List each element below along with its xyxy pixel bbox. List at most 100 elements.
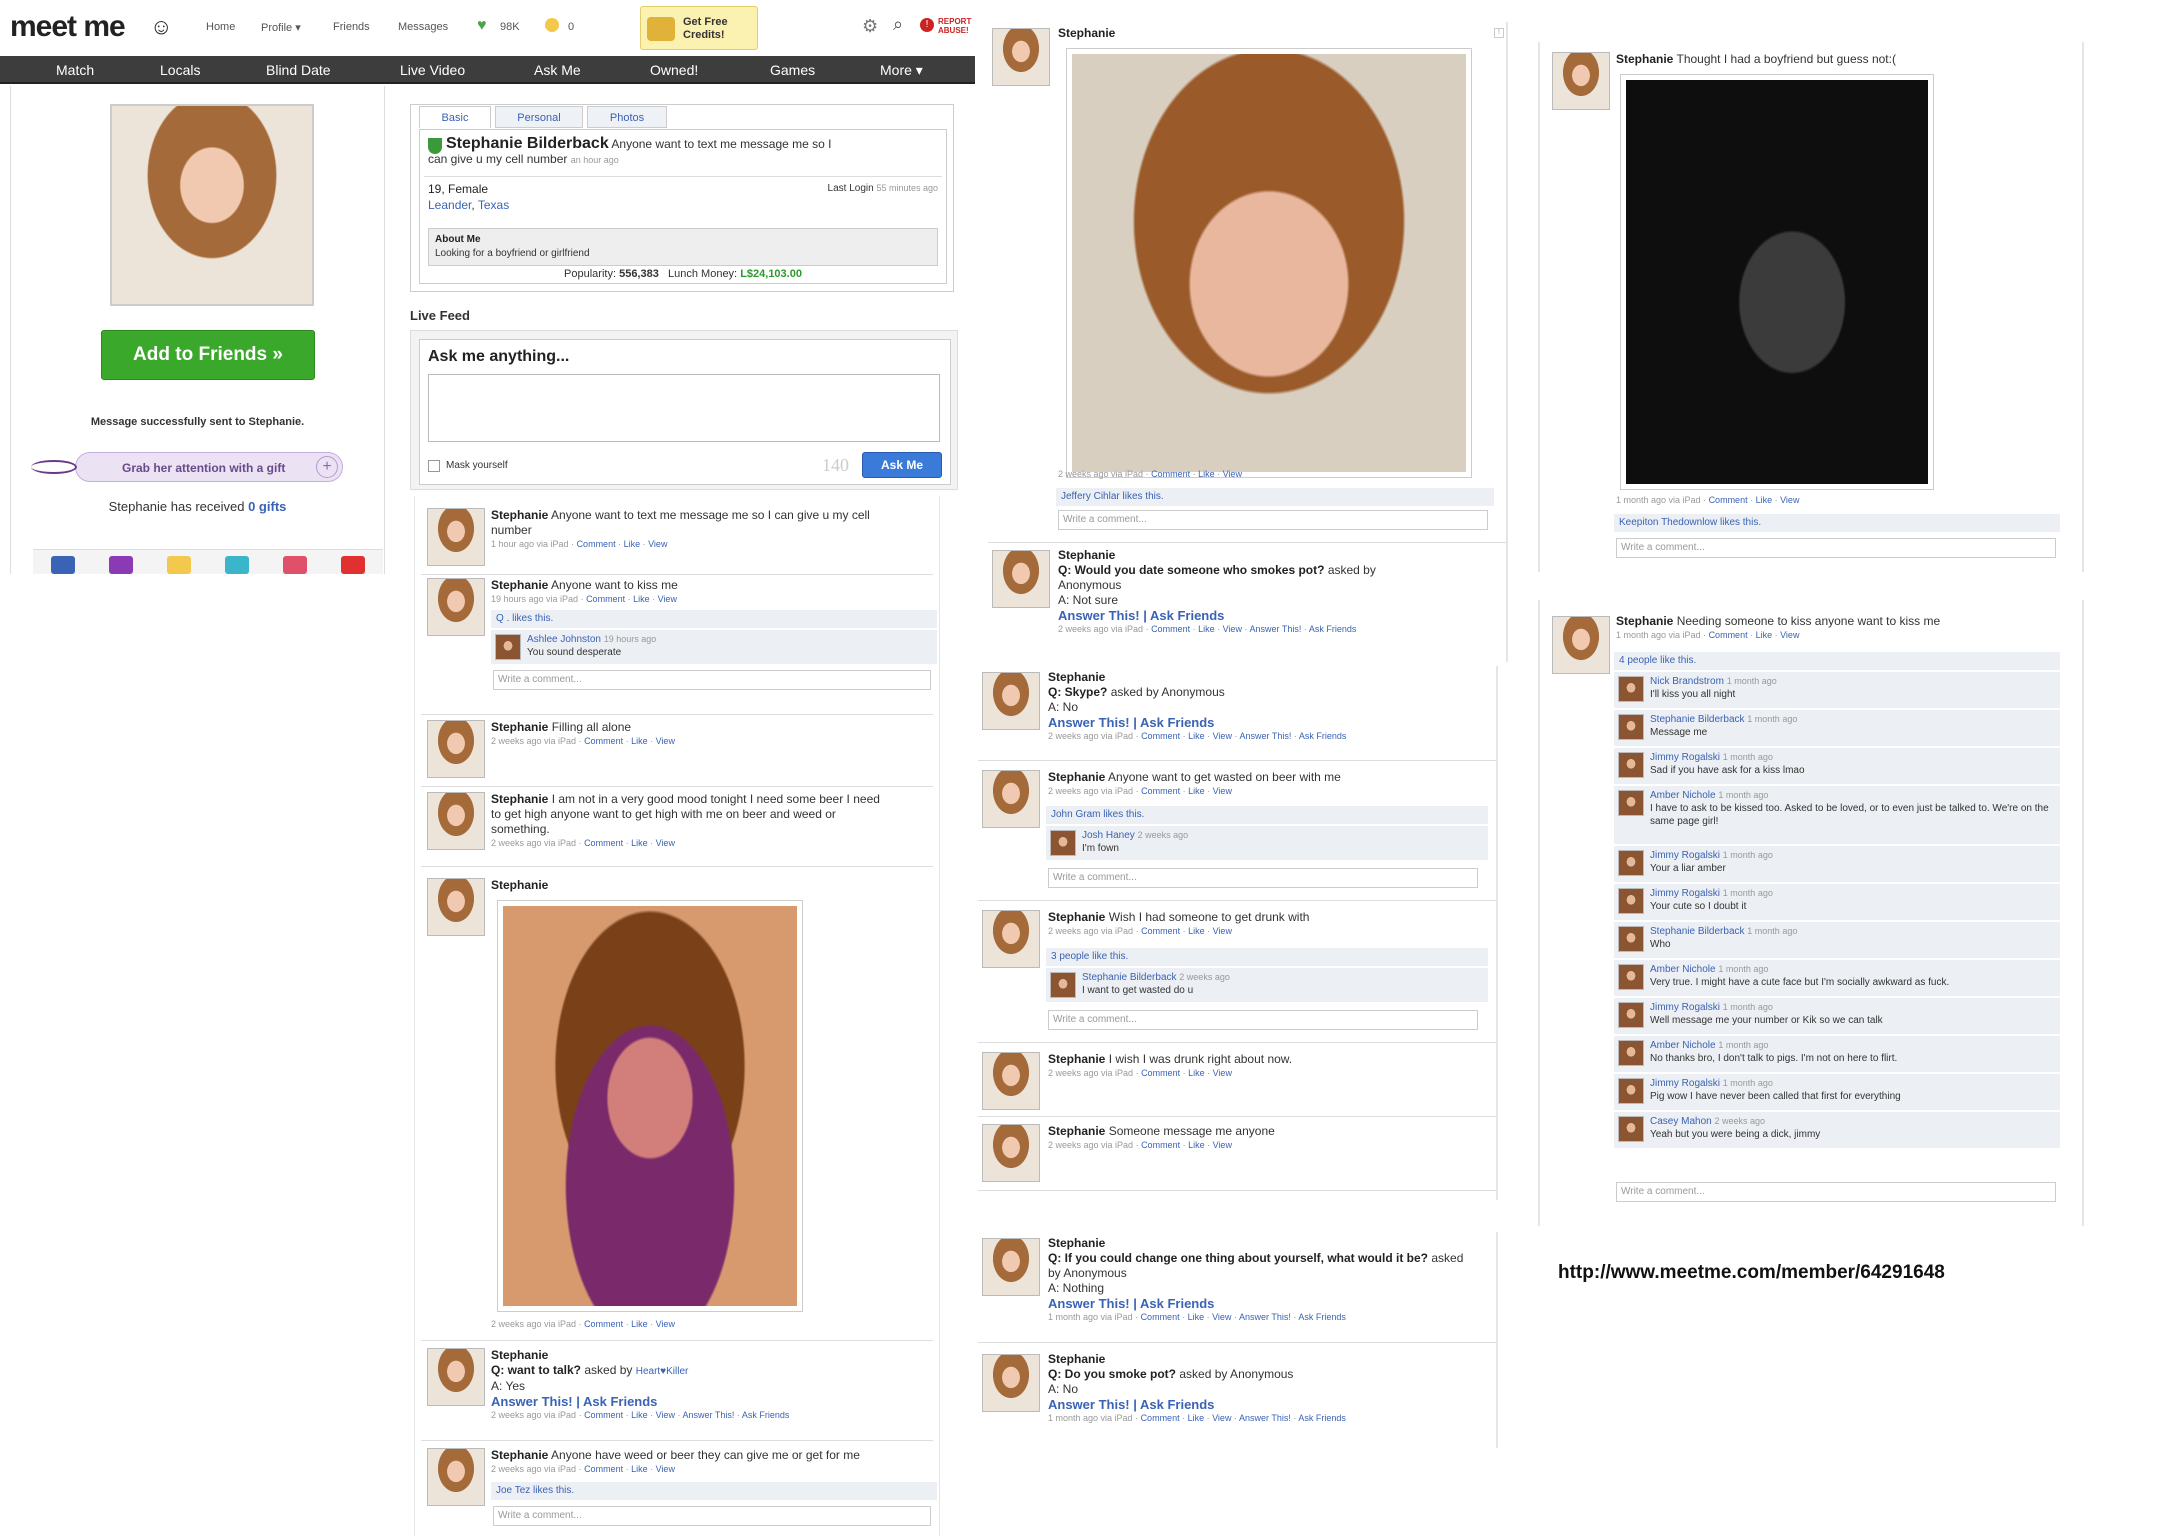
likes-text[interactable]: Jeffery Cihlar likes this. [1061, 491, 1164, 502]
post-photo[interactable] [1066, 48, 1472, 478]
comment-link[interactable]: Comment [1151, 469, 1190, 479]
report-icon[interactable]: ! [920, 18, 934, 32]
coins-count[interactable]: 0 [568, 21, 574, 33]
answer-this-links[interactable]: Answer This! | Ask Friends [1048, 1397, 1468, 1412]
ask-friends-link[interactable]: Ask Friends [742, 1410, 790, 1420]
star-icon[interactable] [167, 556, 191, 574]
view-link[interactable]: View [1780, 630, 1799, 640]
gear-icon[interactable]: ⚙ [862, 16, 878, 37]
answer-this-link[interactable]: Answer This! [1239, 1312, 1291, 1322]
view-link[interactable]: View [656, 1464, 675, 1474]
add-to-friends-button[interactable]: Add to Friends » [101, 330, 315, 380]
view-link[interactable]: View [1213, 1140, 1232, 1150]
post-avatar[interactable] [982, 1052, 1040, 1110]
mail-icon[interactable] [51, 556, 75, 574]
view-link[interactable]: View [1780, 495, 1799, 505]
ask-friends-link[interactable]: Ask Friends [1298, 1413, 1346, 1423]
post-author[interactable]: Stephanie [1048, 1052, 1105, 1066]
like-link[interactable]: Like [1188, 926, 1205, 936]
post-avatar[interactable] [1552, 616, 1610, 674]
likes-text[interactable]: John Gram likes this. [1051, 809, 1144, 820]
like-link[interactable]: Like [1756, 630, 1773, 640]
profile-photo[interactable] [110, 104, 314, 306]
answer-this-links[interactable]: Answer This! | Ask Friends [491, 1394, 911, 1409]
post-avatar[interactable] [982, 910, 1040, 968]
post-photo[interactable] [1620, 74, 1934, 490]
ask-friends-link[interactable]: Ask Friends [1299, 731, 1347, 741]
post-author[interactable]: Stephanie [1058, 26, 1115, 40]
commenter-name[interactable]: Stephanie Bilderback [1650, 926, 1745, 937]
comment-link[interactable]: Comment [1709, 495, 1748, 505]
post-avatar[interactable] [982, 1124, 1040, 1182]
post-avatar[interactable] [427, 1448, 485, 1506]
commenter-name[interactable]: Amber Nichole [1650, 790, 1716, 801]
commenter-avatar[interactable] [1618, 926, 1644, 952]
commenter-name[interactable]: Jimmy Rogalski [1650, 1002, 1720, 1013]
menu-blind-date[interactable]: Blind Date [266, 62, 331, 78]
likes-text[interactable]: Q . likes this. [496, 613, 553, 624]
post-author[interactable]: Stephanie [1048, 670, 1468, 685]
likes-text[interactable]: 4 people like this. [1619, 655, 1696, 666]
answer-this-link[interactable]: Answer This! [1249, 624, 1301, 634]
comment-link[interactable]: Comment [1709, 630, 1748, 640]
comment-link[interactable]: Comment [1141, 1068, 1180, 1078]
write-comment-input[interactable]: Write a comment... [493, 1506, 931, 1526]
comment-link[interactable]: Comment [584, 1319, 623, 1329]
points-count[interactable]: 98K [500, 21, 520, 33]
write-comment-input[interactable]: Write a comment... [1048, 868, 1478, 888]
view-link[interactable]: View [1212, 1413, 1231, 1423]
post-author[interactable]: Stephanie [491, 1448, 548, 1462]
comment-link[interactable]: Comment [1141, 786, 1180, 796]
view-link[interactable]: View [656, 838, 675, 848]
gift-button[interactable]: Grab her attention with a gift + [75, 452, 343, 482]
nav-home[interactable]: Home [206, 21, 235, 33]
commenter-name[interactable]: Stephanie Bilderback [1082, 972, 1177, 983]
post-author[interactable]: Stephanie [491, 792, 548, 806]
ask-friends-link[interactable]: Ask Friends [1298, 1312, 1346, 1322]
like-link[interactable]: Like [1188, 1312, 1205, 1322]
city-link[interactable]: Leander [428, 198, 471, 212]
answer-this-link[interactable]: Answer This! [1239, 731, 1291, 741]
commenter-avatar[interactable] [1618, 790, 1644, 816]
commenter-name[interactable]: Jimmy Rogalski [1650, 850, 1720, 861]
post-avatar[interactable] [982, 1354, 1040, 1412]
commenter-name[interactable]: Jimmy Rogalski [1650, 752, 1720, 763]
asker-link[interactable]: Heart♥Killer [636, 1366, 689, 1377]
comment-link[interactable]: Comment [584, 1464, 623, 1474]
write-comment-input[interactable]: Write a comment... [1058, 510, 1488, 530]
commenter-avatar[interactable] [1618, 1116, 1644, 1142]
answer-this-link[interactable]: Answer This! [1239, 1413, 1291, 1423]
comment-link[interactable]: Comment [1141, 731, 1180, 741]
post-avatar[interactable] [427, 878, 485, 936]
commenter-avatar[interactable] [1050, 830, 1076, 856]
like-link[interactable]: Like [1188, 1413, 1205, 1423]
tab-personal[interactable]: Personal [495, 106, 583, 128]
nav-messages[interactable]: Messages [398, 21, 448, 33]
kiss-icon[interactable] [283, 556, 307, 574]
post-author[interactable]: Stephanie [491, 1348, 911, 1363]
comment-link[interactable]: Comment [1151, 624, 1190, 634]
view-link[interactable]: View [658, 594, 677, 604]
likes-text[interactable]: Keepiton Thedownlow likes this. [1619, 517, 1761, 528]
answer-this-link[interactable]: Answer This! [682, 1410, 734, 1420]
view-link[interactable]: View [1223, 469, 1242, 479]
commenter-name[interactable]: Nick Brandstrom [1650, 676, 1724, 687]
like-link[interactable]: Like [1198, 469, 1215, 479]
commenter-avatar[interactable] [1618, 850, 1644, 876]
search-icon[interactable]: ⌕ [893, 14, 903, 35]
heart-icon[interactable] [341, 556, 365, 574]
nav-friends[interactable]: Friends [333, 21, 370, 33]
post-author[interactable]: Stephanie [1616, 52, 1673, 66]
post-author[interactable]: Stephanie [1048, 910, 1105, 924]
post-author[interactable]: Stephanie [1048, 1124, 1105, 1138]
comment-link[interactable]: Comment [1141, 1312, 1180, 1322]
state-link[interactable]: Texas [478, 198, 509, 212]
comment-link[interactable]: Comment [577, 539, 616, 549]
tab-basic[interactable]: Basic [419, 106, 491, 128]
view-link[interactable]: View [648, 539, 667, 549]
like-link[interactable]: Like [1188, 786, 1205, 796]
likes-text[interactable]: 3 people like this. [1051, 951, 1128, 962]
commenter-name[interactable]: Ashlee Johnston [527, 634, 601, 645]
comment-link[interactable]: Comment [586, 594, 625, 604]
comment-link[interactable]: Comment [1141, 1413, 1180, 1423]
